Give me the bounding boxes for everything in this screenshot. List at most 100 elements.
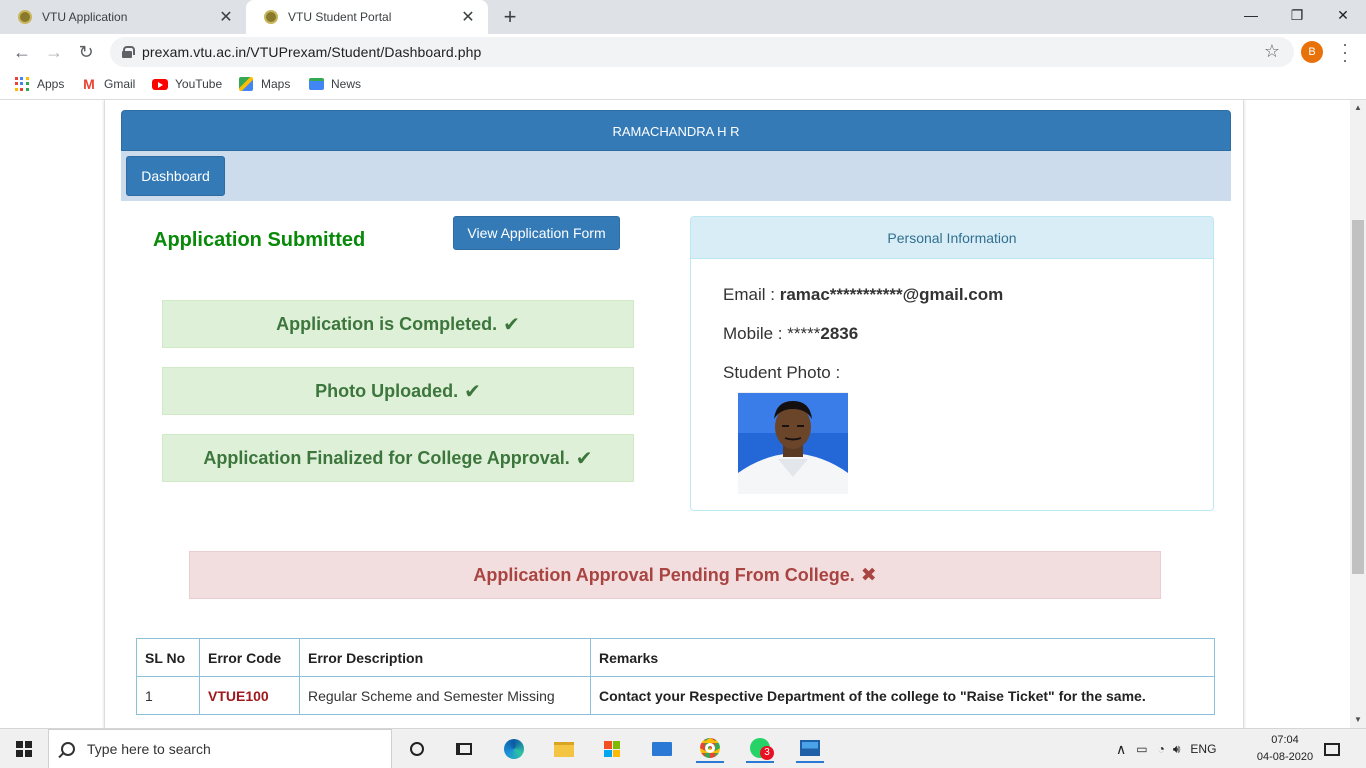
pending-text: Application Approval Pending From Colleg… bbox=[473, 564, 855, 585]
tab-title: VTU Student Portal bbox=[288, 10, 392, 24]
address-bar[interactable]: prexam.vtu.ac.in/VTUPrexam/Student/Dashb… bbox=[110, 37, 1294, 67]
apps-grid-icon bbox=[14, 76, 30, 92]
mobile-value: 2836 bbox=[820, 324, 859, 343]
mobile-mask: ***** bbox=[787, 324, 821, 343]
page-viewport: RAMACHANDRA H R Dashboard Application Su… bbox=[0, 100, 1350, 728]
bookmark-news[interactable]: News bbox=[308, 76, 361, 92]
bookmark-gmail[interactable]: M Gmail bbox=[81, 76, 135, 92]
email-row: Email : ramac***********@gmail.com bbox=[723, 285, 1003, 305]
dashboard-button[interactable]: Dashboard bbox=[126, 156, 225, 196]
restore-icon[interactable]: ❐ bbox=[1274, 0, 1320, 30]
maps-pin-icon bbox=[238, 76, 254, 92]
search-icon bbox=[61, 742, 75, 756]
minimize-icon[interactable]: — bbox=[1228, 0, 1274, 30]
column-header: Error Code bbox=[199, 638, 300, 677]
approval-pending-alert: Application Approval Pending From Colleg… bbox=[189, 551, 1161, 599]
view-application-form-button[interactable]: View Application Form bbox=[453, 216, 620, 250]
panel-heading: Personal Information bbox=[691, 217, 1213, 259]
bookmark-apps[interactable]: Apps bbox=[14, 76, 64, 92]
clock-time: 07:04 bbox=[1271, 734, 1299, 746]
cortana-circle-icon[interactable] bbox=[403, 735, 431, 763]
new-tab-plus-icon[interactable]: + bbox=[498, 4, 522, 30]
reload-icon[interactable]: ↻ bbox=[74, 40, 98, 64]
vtu-favicon-icon bbox=[18, 10, 32, 24]
close-tab-icon[interactable]: ✕ bbox=[460, 7, 476, 27]
browser-tab-vtu-student-portal[interactable]: VTU Student Portal ✕ bbox=[246, 0, 488, 34]
table-header-row: SL No Error Code Error Description Remar… bbox=[136, 638, 1215, 677]
status-application-completed: Application is Completed. ✔ bbox=[162, 300, 634, 348]
windows-taskbar: Type here to search 3 ∧ ▭ ◔ 🔊︎ ENG 07:04… bbox=[0, 728, 1366, 768]
taskbar-search-box[interactable]: Type here to search bbox=[48, 729, 392, 768]
table-row: 1 VTUE100 Regular Scheme and Semester Mi… bbox=[136, 676, 1215, 715]
mobile-label: Mobile : bbox=[723, 324, 783, 343]
status-finalized-college-approval: Application Finalized for College Approv… bbox=[162, 434, 634, 482]
edge-browser-icon[interactable] bbox=[500, 735, 528, 763]
cross-icon: ✖ bbox=[860, 564, 877, 586]
email-value: ramac***********@gmail.com bbox=[779, 285, 1004, 304]
status-text: Application is Completed. bbox=[276, 313, 498, 334]
forward-arrow-icon[interactable]: → bbox=[42, 40, 66, 64]
mobile-row: Mobile : *****2836 bbox=[723, 324, 858, 344]
tab-title: VTU Application bbox=[42, 10, 128, 24]
window-close-icon[interactable]: ✕ bbox=[1320, 0, 1366, 30]
bookmark-label: News bbox=[331, 77, 362, 91]
news-icon bbox=[308, 76, 324, 92]
bookmark-maps[interactable]: Maps bbox=[238, 76, 290, 92]
start-button[interactable] bbox=[0, 729, 48, 768]
bookmarks-bar: Apps M Gmail YouTube Maps News bbox=[0, 70, 1366, 100]
microsoft-store-icon[interactable] bbox=[598, 735, 626, 763]
chrome-icon[interactable] bbox=[696, 735, 724, 763]
back-arrow-icon[interactable]: ← bbox=[10, 40, 34, 64]
lock-icon bbox=[122, 46, 135, 58]
notifications-icon[interactable] bbox=[1324, 729, 1340, 768]
error-description-cell: Regular Scheme and Semester Missing bbox=[299, 676, 591, 715]
column-header: Remarks bbox=[590, 638, 1215, 677]
column-header: SL No bbox=[136, 638, 200, 677]
checkmark-icon: ✔ bbox=[575, 447, 593, 470]
windows-logo-icon bbox=[16, 741, 32, 757]
checkmark-icon: ✔ bbox=[464, 380, 481, 403]
profile-avatar[interactable]: B bbox=[1301, 41, 1323, 63]
page-container: RAMACHANDRA H R Dashboard Application Su… bbox=[104, 100, 1244, 728]
column-header: Error Description bbox=[299, 638, 591, 677]
scroll-down-arrow-icon[interactable]: ▼ bbox=[1350, 712, 1366, 728]
browser-tab-strip: VTU Application ✕ VTU Student Portal ✕ +… bbox=[0, 0, 1366, 34]
student-name-header: RAMACHANDRA H R bbox=[121, 110, 1231, 151]
scroll-up-arrow-icon[interactable]: ▲ bbox=[1350, 100, 1366, 116]
bookmark-label: Gmail bbox=[104, 77, 136, 91]
taskbar-clock[interactable]: 07:04 04-08-2020 bbox=[1252, 732, 1318, 766]
mail-icon[interactable] bbox=[648, 735, 676, 763]
chevron-up-icon[interactable]: ∧ bbox=[1116, 741, 1126, 758]
bookmark-star-icon[interactable]: ☆ bbox=[1264, 41, 1280, 62]
error-code-cell: VTUE100 bbox=[199, 676, 300, 715]
battery-icon[interactable]: ▭ bbox=[1136, 742, 1147, 756]
status-text: Photo Uploaded. bbox=[315, 380, 459, 401]
checkmark-icon: ✔ bbox=[503, 313, 520, 336]
task-view-icon[interactable] bbox=[450, 735, 478, 763]
url-text[interactable]: prexam.vtu.ac.in/VTUPrexam/Student/Dashb… bbox=[142, 44, 481, 60]
email-label: Email : bbox=[723, 285, 775, 304]
notification-badge: 3 bbox=[760, 746, 774, 760]
browser-menu-icon[interactable]: · · · bbox=[1340, 35, 1350, 69]
photos-icon[interactable] bbox=[796, 735, 824, 763]
file-explorer-icon[interactable] bbox=[550, 735, 578, 763]
whatsapp-icon[interactable]: 3 bbox=[746, 735, 774, 763]
status-photo-uploaded: Photo Uploaded. ✔ bbox=[162, 367, 634, 415]
error-table: SL No Error Code Error Description Remar… bbox=[136, 638, 1215, 715]
gmail-icon: M bbox=[83, 76, 95, 92]
bookmark-label: Maps bbox=[261, 77, 291, 91]
language-indicator[interactable]: ENG bbox=[1190, 742, 1216, 756]
student-photo-label: Student Photo : bbox=[723, 363, 841, 382]
wifi-icon[interactable]: ◔ bbox=[1158, 742, 1165, 756]
browser-toolbar: ← → ↻ prexam.vtu.ac.in/VTUPrexam/Student… bbox=[0, 34, 1366, 70]
close-tab-icon[interactable]: ✕ bbox=[218, 7, 234, 27]
sl-no-cell: 1 bbox=[136, 676, 200, 715]
browser-tab-vtu-application[interactable]: VTU Application ✕ bbox=[0, 0, 246, 34]
system-tray: ∧ ▭ ◔ 🔊︎ ENG bbox=[1116, 729, 1216, 768]
bookmark-youtube[interactable]: YouTube bbox=[152, 76, 222, 92]
scrollbar-thumb[interactable] bbox=[1352, 220, 1364, 574]
status-text: Application Finalized for College Approv… bbox=[203, 447, 570, 468]
youtube-icon bbox=[152, 76, 168, 92]
page-scrollbar[interactable]: ▲ ▼ bbox=[1350, 100, 1366, 728]
volume-icon[interactable]: 🔊︎ bbox=[1173, 742, 1181, 757]
